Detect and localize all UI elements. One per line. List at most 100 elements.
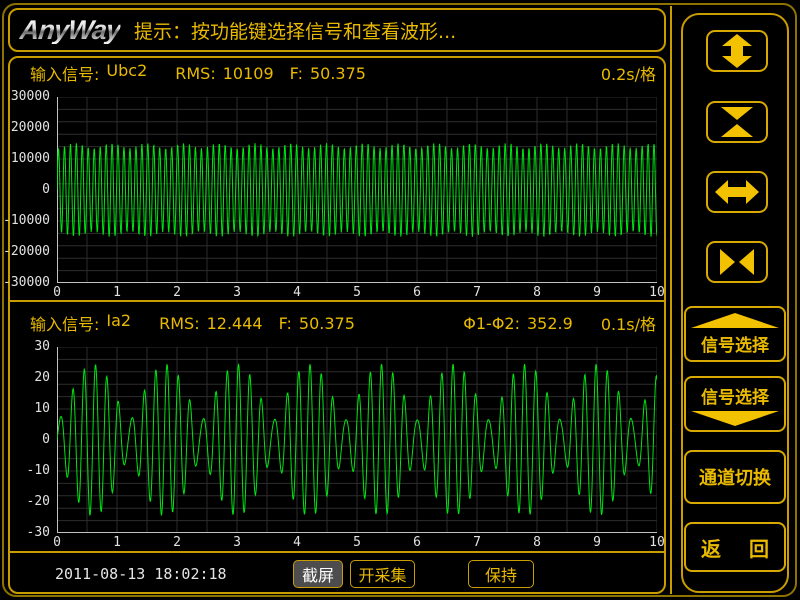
y-tick-label: 30 <box>34 340 50 354</box>
y-tick-label: -20000 <box>3 245 50 259</box>
x-tick-label: 0 <box>53 536 61 550</box>
channel-switch-label: 通道切换 <box>699 464 771 490</box>
rms-label: RMS: <box>175 64 215 83</box>
waveform2-x-axis: 012345678910 <box>57 536 657 550</box>
signal-select-up-button[interactable]: 信号选择 <box>684 306 786 362</box>
waveform2-trace <box>57 347 657 533</box>
triangle-down-icon <box>691 411 779 426</box>
x-tick-label: 9 <box>593 536 601 550</box>
channel-switch-button[interactable]: 通道切换 <box>684 450 786 504</box>
rms-value: 12.444 <box>207 314 263 333</box>
signal-select-down-label: 信号选择 <box>701 383 769 408</box>
x-tick-label: 1 <box>113 536 121 550</box>
return-label-left: 返 <box>701 533 721 562</box>
y-tick-label: -30 <box>27 526 50 540</box>
start-acquisition-button[interactable]: 开采集 <box>350 560 415 588</box>
sidebar-separator <box>670 6 672 594</box>
x-tick-label: 1 <box>113 286 121 300</box>
waveform1-trace <box>57 97 657 283</box>
waveform1-x-axis: 012345678910 <box>57 286 657 300</box>
y-tick-label: -10000 <box>3 214 50 228</box>
waveform1-y-axis: 3000020000100000-10000-20000-30000 <box>4 97 53 283</box>
compress-horizontal-button[interactable] <box>706 241 768 283</box>
input-signal-label: 输入信号: <box>30 311 99 335</box>
return-button[interactable]: 返 回 <box>684 522 786 572</box>
phase-label: Φ1-Φ2: <box>463 314 520 333</box>
y-tick-label: 0 <box>42 433 50 447</box>
x-tick-label: 2 <box>173 286 181 300</box>
x-tick-label: 8 <box>533 536 541 550</box>
x-tick-label: 8 <box>533 286 541 300</box>
expand-horizontal-button[interactable] <box>706 171 768 213</box>
x-tick-label: 4 <box>293 536 301 550</box>
freq-value: 50.375 <box>299 314 355 333</box>
x-tick-label: 4 <box>293 286 301 300</box>
x-tick-label: 5 <box>353 536 361 550</box>
y-tick-label: 20 <box>34 371 50 385</box>
x-tick-label: 3 <box>233 536 241 550</box>
return-label-right: 回 <box>749 533 769 562</box>
y-tick-label: -10 <box>27 464 50 478</box>
y-tick-label: 10000 <box>11 152 50 166</box>
freq-value: 50.375 <box>310 64 366 83</box>
phase-group: Φ1-Φ2: 352.9 <box>463 314 573 333</box>
input-signal-value: Ia2 <box>106 311 131 335</box>
freq-group: F: 50.375 <box>279 314 355 333</box>
bottombar-divider <box>9 551 665 553</box>
y-tick-label: -30000 <box>3 276 50 290</box>
y-tick-label: 10 <box>34 402 50 416</box>
expand-vertical-icon <box>717 34 757 68</box>
x-tick-label: 2 <box>173 536 181 550</box>
freq-group: F: 50.375 <box>290 64 366 83</box>
screenshot-button[interactable]: 截屏 <box>293 560 343 588</box>
device-screen: AnyWay 提示：按功能键选择信号和查看波形... 输入信号: Ubc2 RM… <box>0 0 800 600</box>
freq-label: F: <box>290 64 303 83</box>
input-signal-value: Ubc2 <box>106 61 147 85</box>
panel-divider <box>9 300 665 302</box>
rms-group: RMS: 12.444 <box>159 314 262 333</box>
title-bar: AnyWay 提示：按功能键选择信号和查看波形... <box>8 8 666 52</box>
x-tick-label: 9 <box>593 286 601 300</box>
sidebar-container <box>681 13 789 593</box>
y-tick-label: 30000 <box>11 90 50 104</box>
freq-label: F: <box>279 314 292 333</box>
y-tick-label: 0 <box>42 183 50 197</box>
waveform2-y-axis: 3020100-10-20-30 <box>4 347 53 533</box>
waveform1-plot <box>57 97 657 283</box>
waveform1-header: 输入信号: Ubc2 RMS: 10109 F: 50.375 0.2s/格 <box>30 61 656 85</box>
time-scale: 0.1s/格 <box>601 311 656 335</box>
expand-vertical-button[interactable] <box>706 30 768 72</box>
x-tick-label: 0 <box>53 286 61 300</box>
timestamp: 2011-08-13 18:02:18 <box>55 565 227 583</box>
time-scale: 0.2s/格 <box>601 61 656 85</box>
y-tick-label: -20 <box>27 495 50 509</box>
rms-group: RMS: 10109 <box>175 64 273 83</box>
signal-select-up-label: 信号选择 <box>701 331 769 356</box>
compress-horizontal-icon <box>715 246 759 278</box>
expand-horizontal-icon <box>715 176 759 208</box>
x-tick-label: 6 <box>413 536 421 550</box>
x-tick-label: 6 <box>413 286 421 300</box>
hold-button[interactable]: 保持 <box>468 560 534 588</box>
input-signal-label: 输入信号: <box>30 61 99 85</box>
x-tick-label: 10 <box>649 286 665 300</box>
hint-text: 提示：按功能键选择信号和查看波形... <box>134 17 456 44</box>
input-signal-group: 输入信号: Ia2 <box>30 311 131 335</box>
input-signal-group: 输入信号: Ubc2 <box>30 61 147 85</box>
y-tick-label: 20000 <box>11 121 50 135</box>
triangle-up-icon <box>691 313 779 328</box>
waveform2-header: 输入信号: Ia2 RMS: 12.444 F: 50.375 Φ1-Φ2: 3… <box>30 311 656 335</box>
x-tick-label: 5 <box>353 286 361 300</box>
rms-label: RMS: <box>159 314 199 333</box>
phase-value: 352.9 <box>527 314 573 333</box>
x-tick-label: 7 <box>473 536 481 550</box>
anyway-logo: AnyWay <box>19 17 122 44</box>
signal-select-down-button[interactable]: 信号选择 <box>684 376 786 432</box>
rms-value: 10109 <box>223 64 274 83</box>
x-tick-label: 10 <box>649 536 665 550</box>
x-tick-label: 7 <box>473 286 481 300</box>
compress-vertical-button[interactable] <box>706 101 768 143</box>
compress-vertical-icon <box>717 105 757 139</box>
waveform2-plot <box>57 347 657 533</box>
x-tick-label: 3 <box>233 286 241 300</box>
